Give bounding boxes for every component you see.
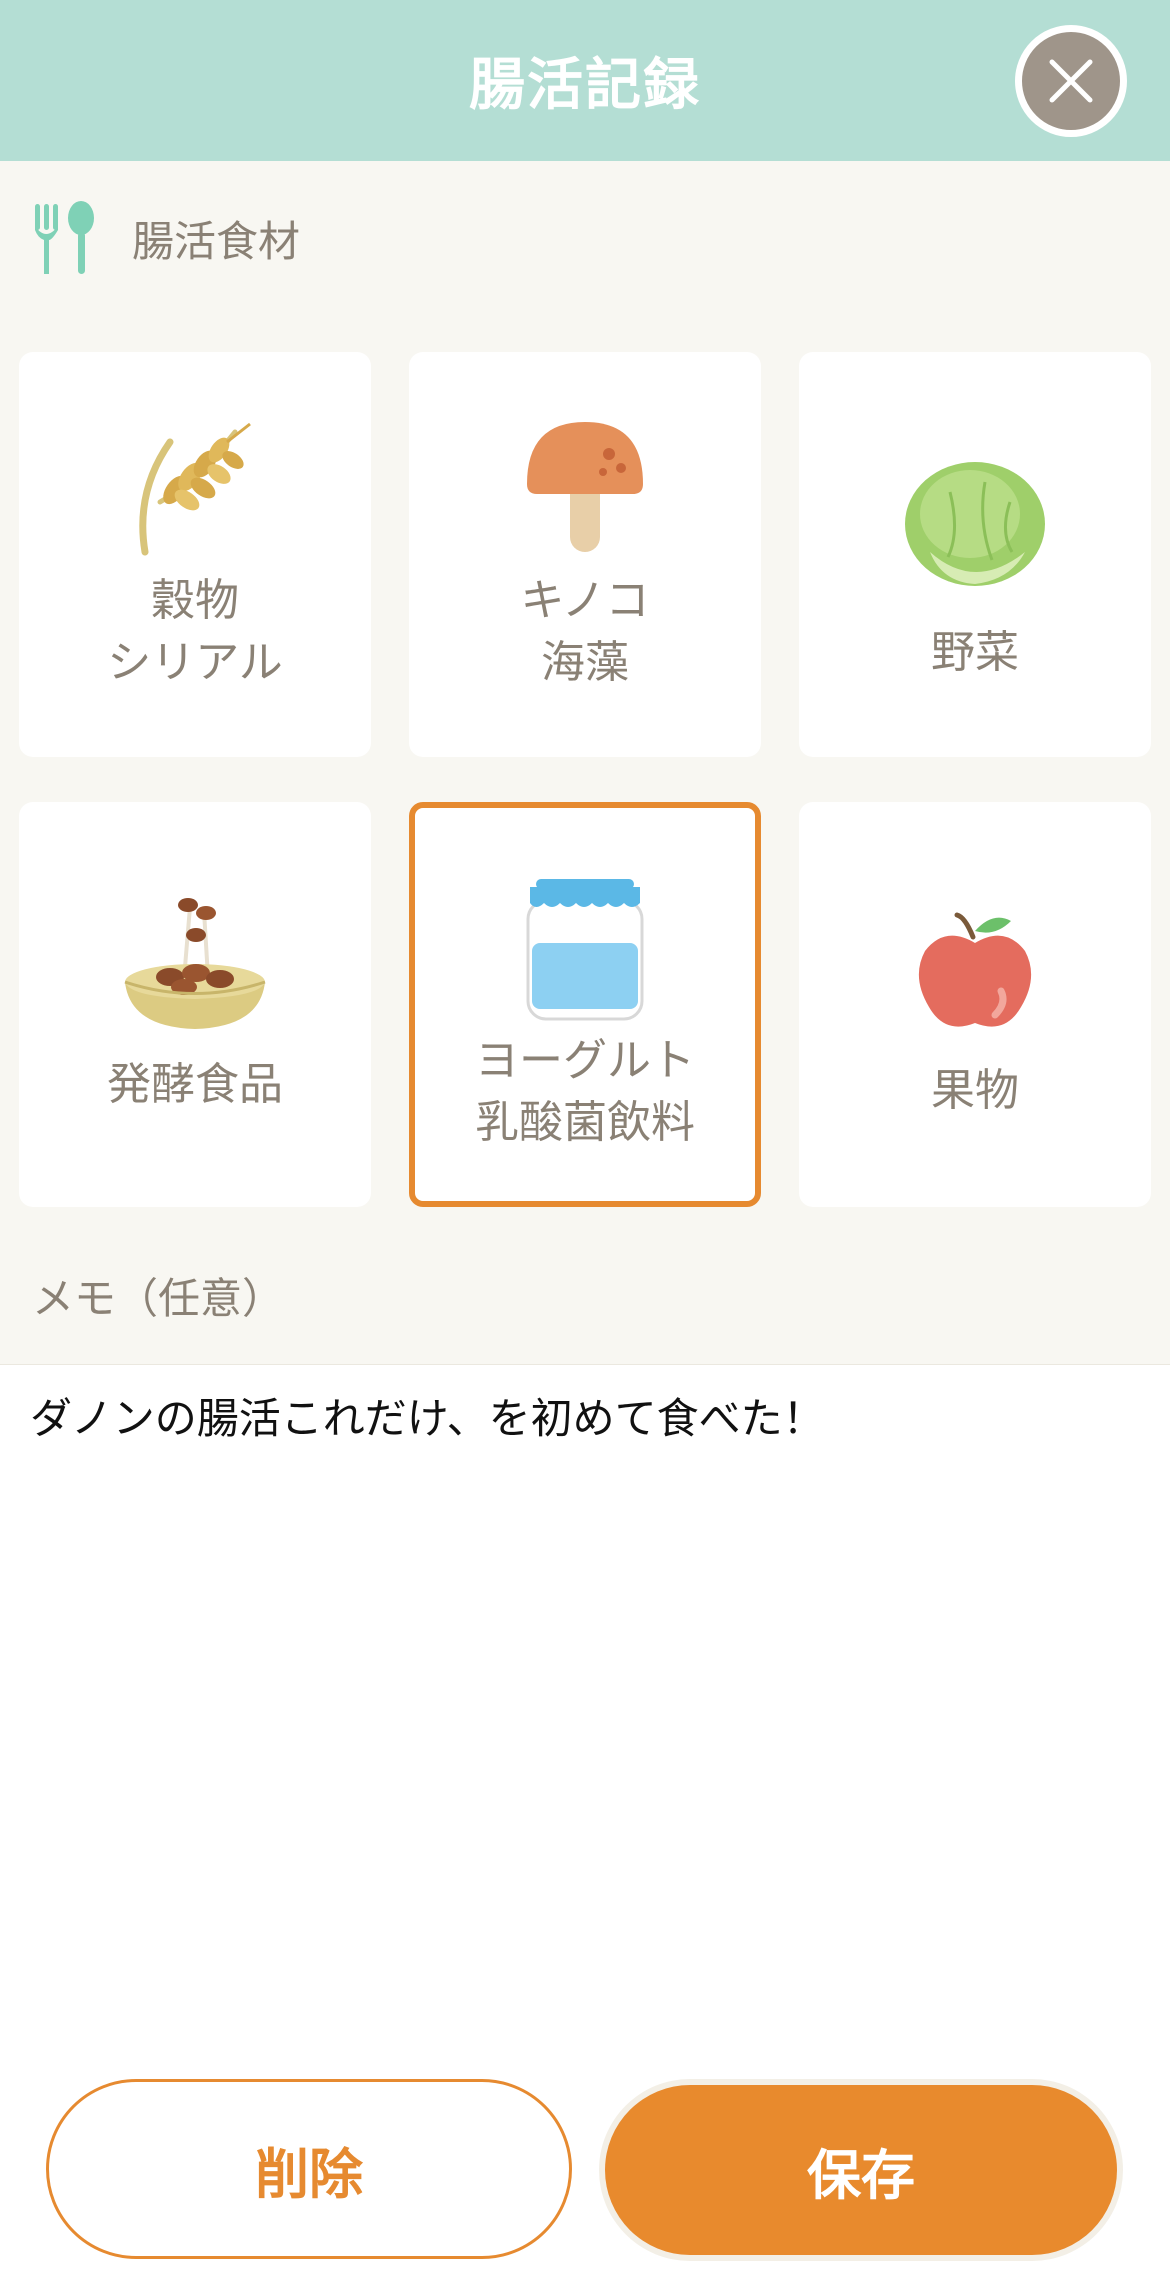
category-label: ヨーグルト 乳酸菌飲料 [475,1035,695,1148]
category-card-vegetables[interactable]: 野菜 [799,352,1151,757]
apple-icon [895,892,1055,1052]
memo-label: メモ（任意） [32,1274,285,1323]
page-title: 腸活記録 [469,53,701,118]
section-header: 腸活食材 [32,198,300,278]
memo-text: ダノンの腸活これだけ、を初めて食べた！ [30,1394,825,1443]
category-label: 果物 [931,1065,1019,1116]
fork-spoon-icon [35,201,94,274]
category-card-grains[interactable]: 穀物 シリアル [19,352,371,757]
section-title: 腸活食材 [132,216,301,266]
close-icon [1049,59,1093,103]
yogurt-jar-icon [505,868,665,1028]
delete-button[interactable]: 削除 [46,2079,572,2259]
category-label: キノコ 海藻 [520,575,650,688]
natto-bowl-icon [115,882,275,1042]
mushroom-icon [505,402,665,562]
category-card-mushroom-seaweed[interactable]: キノコ 海藻 [409,352,761,757]
category-label: 発酵食品 [107,1059,283,1110]
category-card-fermented[interactable]: 発酵食品 [19,802,371,1207]
header-bar: 腸活記録 [0,0,1170,161]
category-label: 野菜 [931,627,1019,678]
category-card-fruit[interactable]: 果物 [799,802,1151,1207]
close-button[interactable] [1015,25,1127,137]
wheat-icon [115,402,275,562]
category-label: 穀物 シリアル [107,575,283,688]
category-card-yogurt[interactable]: ヨーグルト 乳酸菌飲料 [409,802,761,1207]
cabbage-icon [895,442,1055,602]
save-button[interactable]: 保存 [605,2085,1117,2255]
